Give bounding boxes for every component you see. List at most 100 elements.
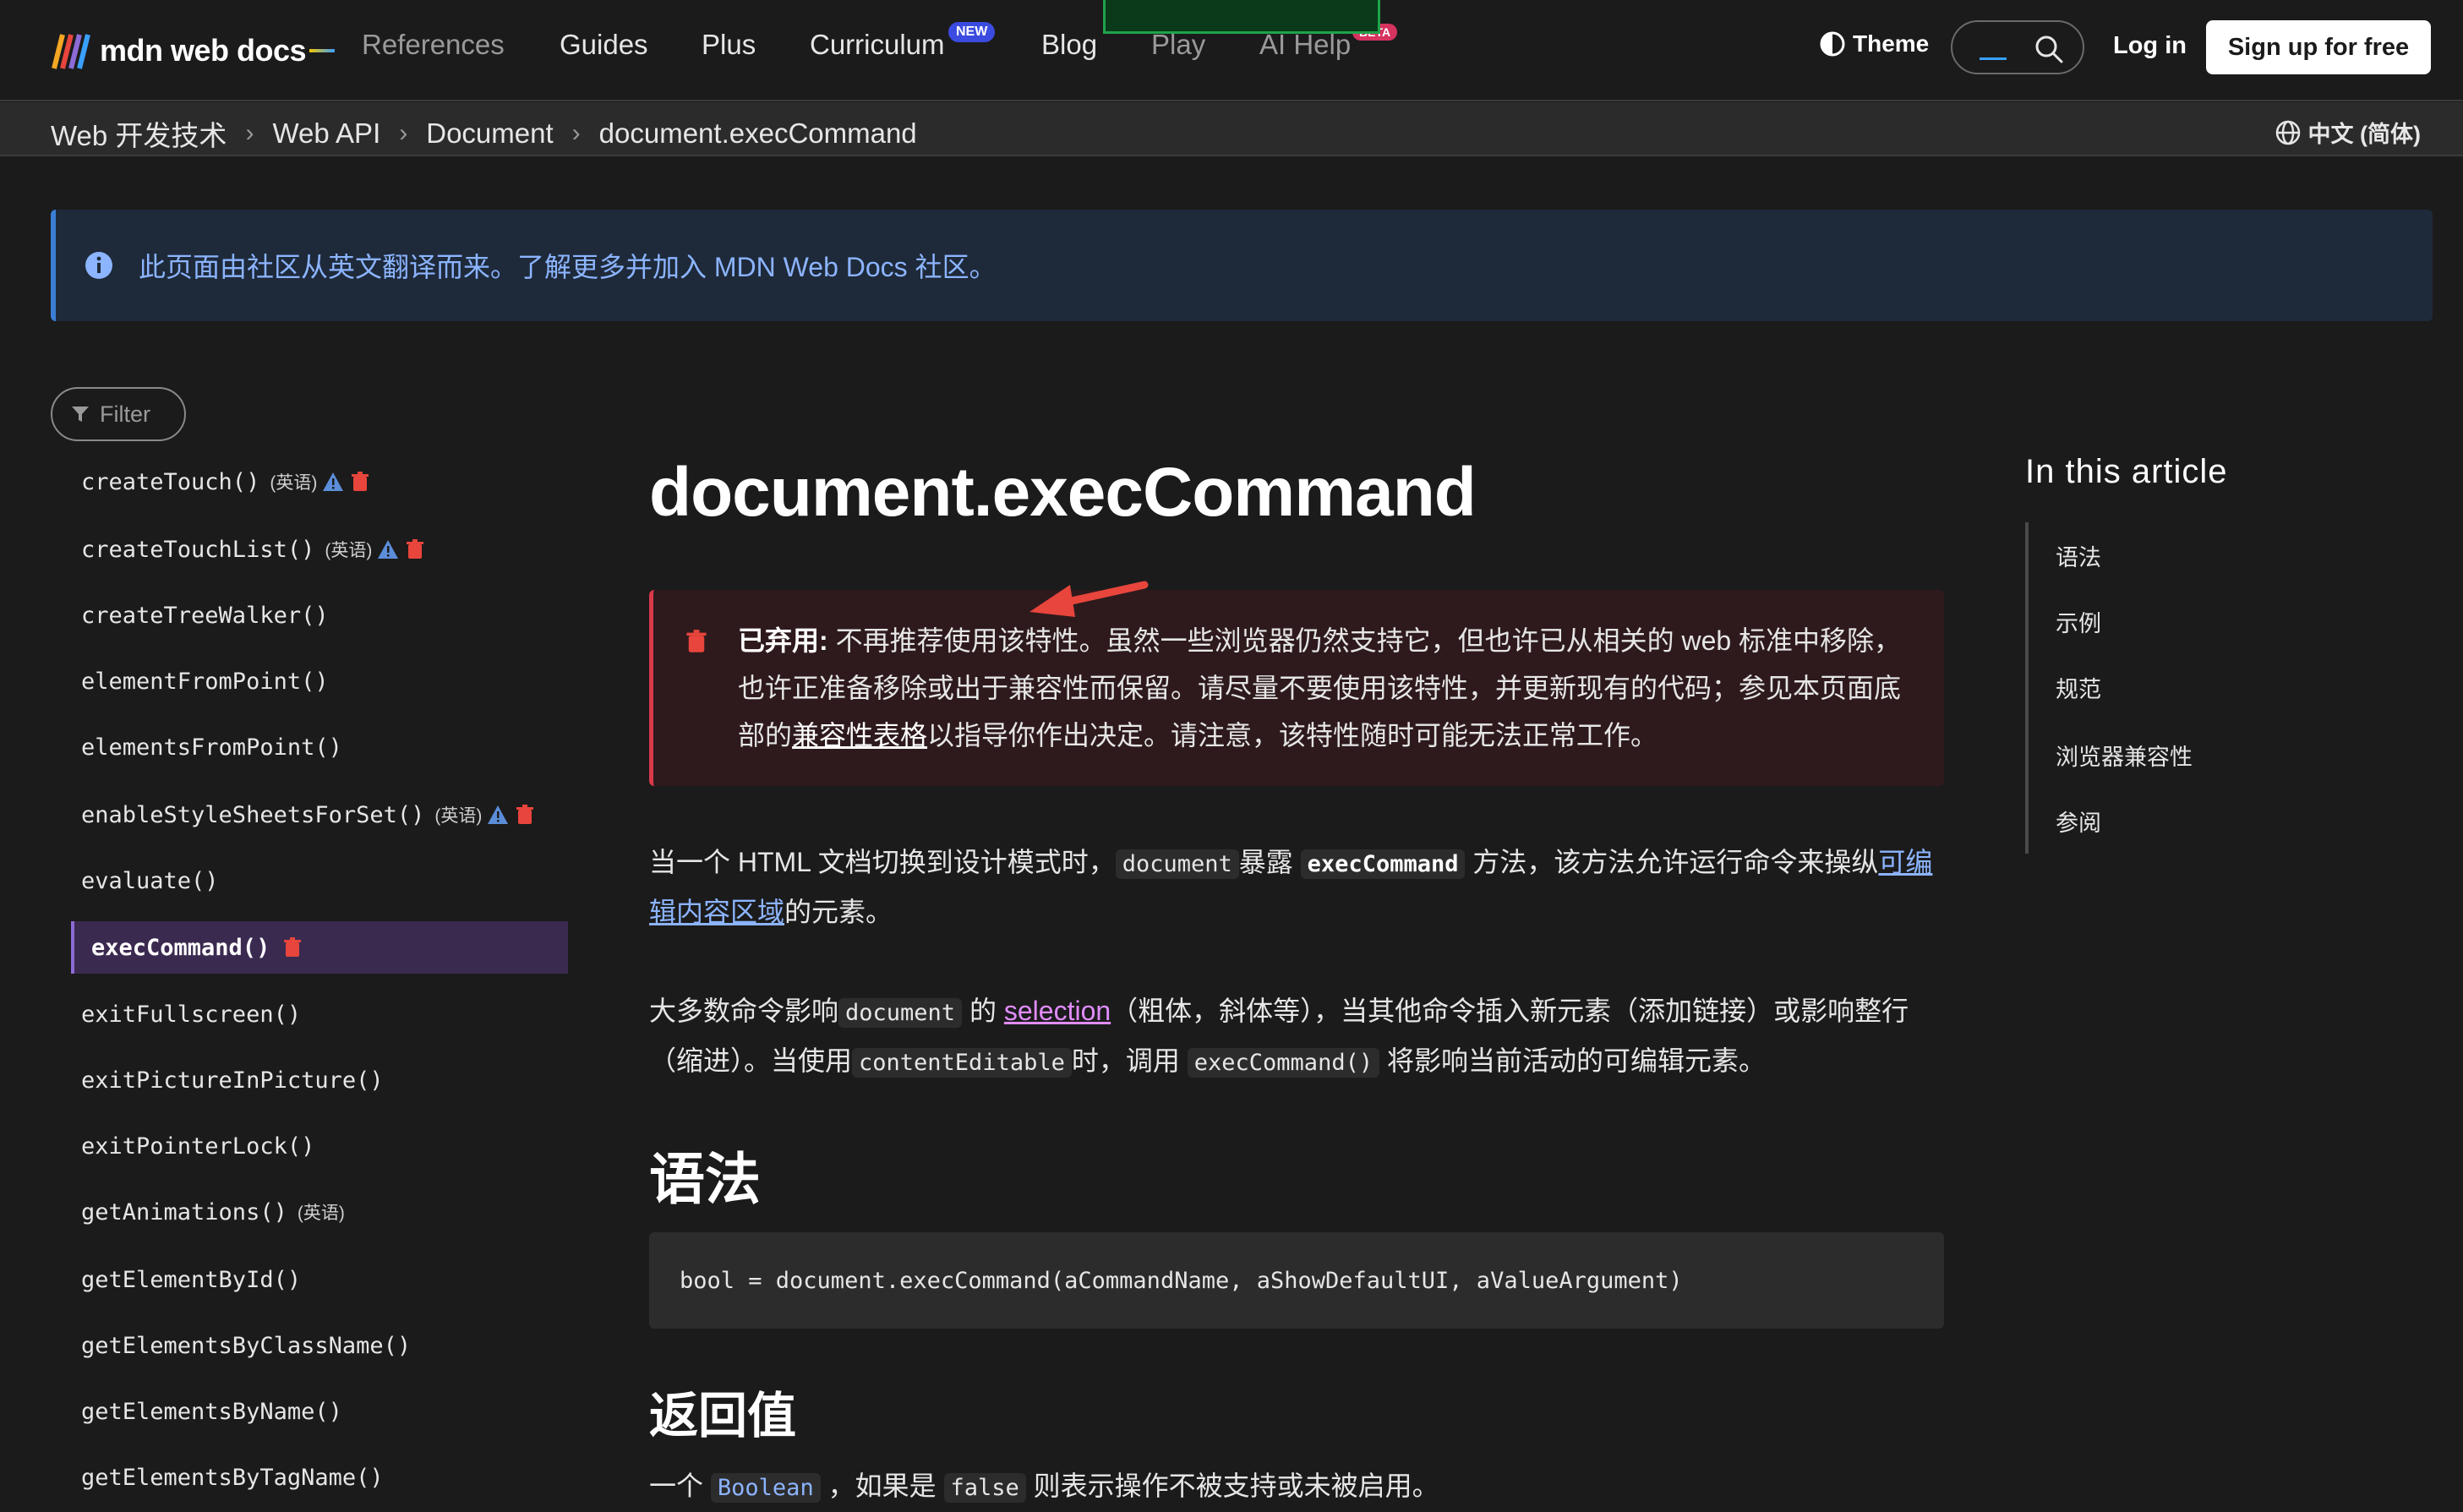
selection-link[interactable]: selection (1004, 996, 1111, 1026)
toc-item-examples[interactable]: 示例 (2056, 605, 2101, 638)
nav-references[interactable]: References (362, 29, 505, 61)
sidebar-item[interactable]: enableStyleSheetsForSet() (英语) (81, 798, 536, 832)
nav-blog[interactable]: Blog (1041, 29, 1097, 61)
deprecated-label: 已弃用: (738, 625, 828, 656)
sidebar-item[interactable]: evaluate() (81, 864, 219, 898)
commands-paragraph: 大多数命令影响 document 的 selection（粗体，斜体等），当其他命… (649, 987, 1951, 1087)
nav-guides[interactable]: Guides (560, 29, 648, 61)
text: 大多数命令影响 (649, 996, 839, 1026)
sidebar-item[interactable]: elementFromPoint() (81, 664, 329, 698)
code-boolean[interactable]: Boolean (710, 1473, 821, 1503)
section-heading-return-value: 返回值 (649, 1389, 797, 1444)
language-switcher[interactable]: 中文 (简体) (2275, 116, 2421, 149)
deprecated-notice: 已弃用: 不再推荐使用该特性。虽然一些浏览器仍然支持它，但也许已从相关的 web… (649, 590, 1944, 786)
breadcrumb-item[interactable]: document.execCommand (599, 117, 917, 150)
text: 的 (962, 996, 1004, 1026)
code-document: document (838, 998, 963, 1028)
sidebar-item[interactable]: getElementsByClassName() (81, 1329, 411, 1362)
trash-deprecated-icon (284, 937, 302, 957)
mdn-logo-icon (52, 34, 90, 69)
theme-button[interactable]: Theme (1819, 30, 1929, 57)
code-execcommand-call: execCommand() (1187, 1048, 1380, 1078)
text: 的元素。 (784, 897, 893, 927)
return-value-paragraph: 一个 Boolean ，如果是 false 则表示操作不被支持或未被启用。 (649, 1462, 1951, 1512)
top-navigation: mdn web docs References Guides Plus Curr… (0, 0, 2463, 101)
sidebar-item-label: createTreeWalker() (81, 602, 329, 629)
compat-table-link[interactable]: 兼容性表格 (792, 720, 927, 751)
text: 一个 (649, 1471, 711, 1501)
sidebar-item-label: evaluate() (81, 867, 219, 894)
experimental-icon (323, 472, 344, 491)
sidebar-item-note: (英语) (325, 541, 373, 560)
code-document: document (1115, 849, 1239, 879)
code-false: false (943, 1473, 1026, 1503)
sidebar-item-label: createTouchList() (81, 536, 315, 563)
sidebar-item[interactable]: getElementsByTagName() (81, 1460, 384, 1494)
search-input[interactable] (1951, 20, 2084, 74)
signup-button[interactable]: Sign up for free (2206, 20, 2431, 74)
sidebar-item[interactable]: createTouch() (英语) (81, 465, 371, 499)
sidebar-item[interactable]: exitFullscreen() (81, 997, 301, 1031)
mdn-logo[interactable]: mdn web docs (51, 25, 336, 76)
syntax-code-block: bool = document.execCommand(aCommandName… (649, 1232, 1944, 1329)
sidebar-item[interactable]: exitPointerLock() (81, 1129, 314, 1163)
toc-title: In this article (2025, 453, 2228, 490)
language-label: 中文 (简体) (2307, 122, 2421, 147)
sidebar-item[interactable]: elementsFromPoint() (81, 730, 342, 764)
filter-placeholder: Filter (100, 401, 150, 427)
trash-deprecated-icon (686, 630, 707, 652)
sidebar-item-note: (英语) (434, 806, 483, 826)
sidebar-item-label: execCommand() (91, 934, 270, 961)
text: ，如果是 (820, 1471, 944, 1501)
breadcrumb-bar: Web 开发技术 › Web API › Document › document… (0, 102, 2463, 156)
globe-icon (2275, 120, 2300, 145)
experimental-icon (378, 540, 399, 559)
new-badge: NEW (948, 22, 996, 42)
sidebar-item-note: (英语) (270, 473, 318, 493)
sidebar-item-label: elementFromPoint() (81, 668, 329, 695)
sidebar-item[interactable]: createTouchList() (英语) (81, 532, 426, 566)
sidebar-item[interactable]: exitPictureInPicture() (81, 1063, 384, 1097)
toc-item-compat[interactable]: 浏览器兼容性 (2056, 739, 2193, 772)
notice-text[interactable]: 此页面由社区从英文翻译而来。了解更多并加入 MDN Web Docs 社区。 (139, 246, 997, 285)
breadcrumb-item[interactable]: Web 开发技术 (51, 113, 227, 154)
sidebar-item[interactable]: getElementById() (81, 1263, 301, 1296)
sidebar-item-label: elementsFromPoint() (81, 734, 342, 761)
experimental-icon (488, 805, 509, 824)
login-link[interactable]: Log in (2113, 32, 2187, 60)
breadcrumb-item[interactable]: Web API (272, 117, 380, 150)
filter-icon (72, 407, 89, 422)
sidebar-item-label: getElementById() (81, 1266, 302, 1293)
breadcrumb-item[interactable]: Document (426, 117, 553, 150)
sidebar-item[interactable]: getAnimations() (英语) (81, 1195, 345, 1229)
sidebar-item-label: getElementsByTagName() (81, 1464, 384, 1491)
sidebar-item[interactable]: createTreeWalker() (81, 598, 329, 632)
sidebar-item-active[interactable]: execCommand() (91, 931, 303, 964)
text: 方法，该方法允许运行命令来操纵 (1465, 847, 1879, 877)
chevron-right-icon: › (245, 119, 254, 147)
deprecated-text: 已弃用: 不再推荐使用该特性。虽然一些浏览器仍然支持它，但也许已从相关的 web… (738, 617, 1921, 759)
translation-notice: 此页面由社区从英文翻译而来。了解更多并加入 MDN Web Docs 社区。 (51, 210, 2433, 321)
sidebar-item-label: getElementsByClassName() (81, 1332, 412, 1359)
annotation-arrow-icon (1029, 581, 1149, 617)
sidebar-item-label: enableStyleSheetsForSet() (81, 801, 425, 828)
sidebar-filter-input[interactable]: Filter (51, 387, 186, 441)
nav-plus[interactable]: Plus (702, 29, 756, 61)
toc-item-syntax[interactable]: 语法 (2056, 539, 2101, 572)
text: 当一个 HTML 文档切换到设计模式时， (649, 847, 1116, 877)
toc-item-see-also[interactable]: 参阅 (2056, 805, 2101, 838)
theme-label: Theme (1853, 30, 1930, 57)
section-heading-syntax: 语法 (649, 1148, 761, 1210)
sidebar-item[interactable]: getElementsByName() (81, 1395, 342, 1428)
nav-curriculum[interactable]: Curriculum (810, 29, 945, 61)
sidebar-item-label: getAnimations() (81, 1198, 287, 1225)
info-icon (85, 252, 112, 279)
code-contenteditable: contentEditable (852, 1048, 1072, 1078)
code-execcommand: execCommand (1300, 849, 1466, 879)
chevron-right-icon: › (571, 119, 581, 147)
search-icon[interactable] (2034, 34, 2064, 64)
text: 时，调用 (1071, 1045, 1188, 1076)
toc-item-specs[interactable]: 规范 (2056, 671, 2101, 704)
theme-contrast-icon (1820, 31, 1845, 57)
overlay-popup (1103, 0, 1380, 34)
